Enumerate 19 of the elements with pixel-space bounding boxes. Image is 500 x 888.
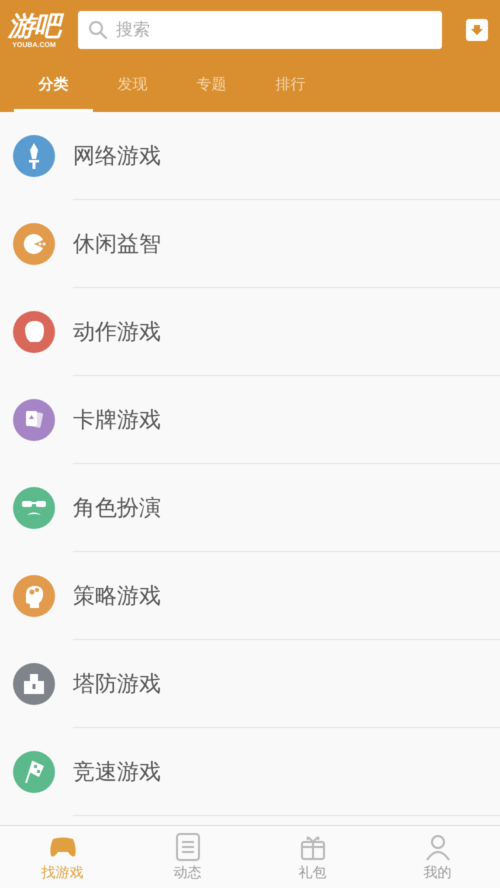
category-item[interactable]: 卡牌游戏	[0, 376, 500, 464]
category-item[interactable]: 网络游戏	[0, 112, 500, 200]
category-label: 网络游戏	[73, 143, 161, 171]
category-label: 休闲益智	[73, 231, 161, 259]
category-label: 角色扮演	[73, 495, 161, 523]
search-field[interactable]: 搜索	[78, 11, 442, 49]
category-label: 策略游戏	[73, 583, 161, 611]
category-label: 卡牌游戏	[73, 407, 161, 435]
category-item[interactable]: 策略游戏	[0, 552, 500, 640]
arrow-down-icon	[471, 24, 483, 36]
category-item[interactable]: 塔防游戏	[0, 640, 500, 728]
category-item[interactable]: 竞速游戏	[0, 728, 500, 816]
category-label: 竞速游戏	[73, 759, 161, 787]
category-label: 塔防游戏	[73, 671, 161, 699]
category-item[interactable]: 角色扮演	[0, 464, 500, 552]
category-item[interactable]: 休闲益智	[0, 200, 500, 288]
category-label: 动作游戏	[73, 319, 161, 347]
download-button[interactable]	[466, 19, 488, 41]
category-item[interactable]: 动作游戏	[0, 288, 500, 376]
